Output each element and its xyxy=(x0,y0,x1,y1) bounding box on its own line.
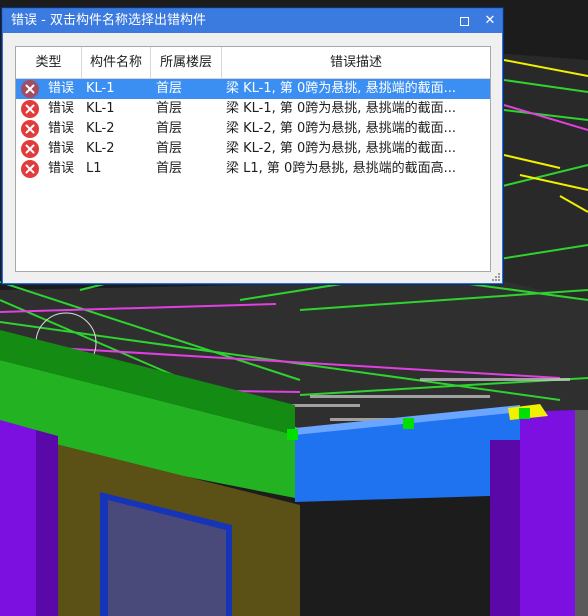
cell-desc: 梁 L1, 第 0跨为悬挑, 悬挑端的截面高... xyxy=(226,161,456,176)
close-button[interactable]: ✕ xyxy=(480,12,500,30)
table-row[interactable]: 错误 KL-2 首层 梁 KL-2, 第 0跨为悬挑, 悬挑端的截面... xyxy=(16,139,490,159)
restore-button[interactable] xyxy=(454,12,474,30)
error-icon xyxy=(21,80,39,98)
error-dialog[interactable]: 错误 - 双击构件名称选择出错构件 ✕ 类型 构件名称 所属楼层 错误描述 错误… xyxy=(2,8,503,284)
cell-name[interactable]: KL-2 xyxy=(86,119,115,139)
table-row[interactable]: 错误 L1 首层 梁 L1, 第 0跨为悬挑, 悬挑端的截面高... xyxy=(16,159,490,179)
cell-desc: 梁 KL-2, 第 0跨为悬挑, 悬挑端的截面... xyxy=(226,141,456,156)
restore-icon xyxy=(460,17,469,26)
column-header-floor[interactable]: 所属楼层 xyxy=(151,47,222,78)
cell-floor: 首层 xyxy=(156,161,183,176)
table-row[interactable]: 错误 KL-1 首层 梁 KL-1, 第 0跨为悬挑, 悬挑端的截面... xyxy=(16,79,490,99)
error-icon xyxy=(21,120,39,138)
column-header-type[interactable]: 类型 xyxy=(16,47,82,78)
column-left[interactable] xyxy=(0,420,36,616)
cell-name[interactable]: L1 xyxy=(86,159,102,179)
cell-desc: 梁 KL-2, 第 0跨为悬挑, 悬挑端的截面... xyxy=(226,121,456,136)
cell-name[interactable]: KL-1 xyxy=(86,79,115,99)
error-icon xyxy=(21,140,39,158)
dialog-titlebar[interactable]: 错误 - 双击构件名称选择出错构件 ✕ xyxy=(3,9,502,33)
cell-type: 错误 xyxy=(48,121,75,136)
cell-desc: 梁 KL-1, 第 0跨为悬挑, 悬挑端的截面... xyxy=(226,81,456,96)
cell-name[interactable]: KL-1 xyxy=(86,99,115,119)
cell-floor: 首层 xyxy=(156,81,183,96)
error-table[interactable]: 类型 构件名称 所属楼层 错误描述 错误 KL-1 首层 梁 KL-1, 第 0… xyxy=(15,46,491,272)
table-row[interactable]: 错误 KL-2 首层 梁 KL-2, 第 0跨为悬挑, 悬挑端的截面... xyxy=(16,119,490,139)
column-right[interactable] xyxy=(520,410,575,616)
dialog-title: 错误 - 双击构件名称选择出错构件 xyxy=(11,13,206,28)
cell-type: 错误 xyxy=(48,101,75,116)
column-header-name[interactable]: 构件名称 xyxy=(82,47,151,78)
resize-grip[interactable] xyxy=(492,273,500,281)
cell-floor: 首层 xyxy=(156,101,183,116)
cell-type: 错误 xyxy=(48,81,75,96)
column-right-edge xyxy=(575,410,588,616)
table-row[interactable]: 错误 KL-1 首层 梁 KL-1, 第 0跨为悬挑, 悬挑端的截面... xyxy=(16,99,490,119)
table-header: 类型 构件名称 所属楼层 错误描述 xyxy=(16,47,490,79)
column-header-desc[interactable]: 错误描述 xyxy=(222,47,490,78)
column-right-side xyxy=(490,440,520,616)
error-icon xyxy=(21,160,39,178)
close-icon: ✕ xyxy=(484,13,496,28)
cell-type: 错误 xyxy=(48,141,75,156)
error-icon xyxy=(21,100,39,118)
cell-desc: 梁 KL-1, 第 0跨为悬挑, 悬挑端的截面... xyxy=(226,101,456,116)
cell-floor: 首层 xyxy=(156,141,183,156)
column-left-side xyxy=(36,430,58,616)
cell-type: 错误 xyxy=(48,161,75,176)
cell-floor: 首层 xyxy=(156,121,183,136)
cell-name[interactable]: KL-2 xyxy=(86,139,115,159)
